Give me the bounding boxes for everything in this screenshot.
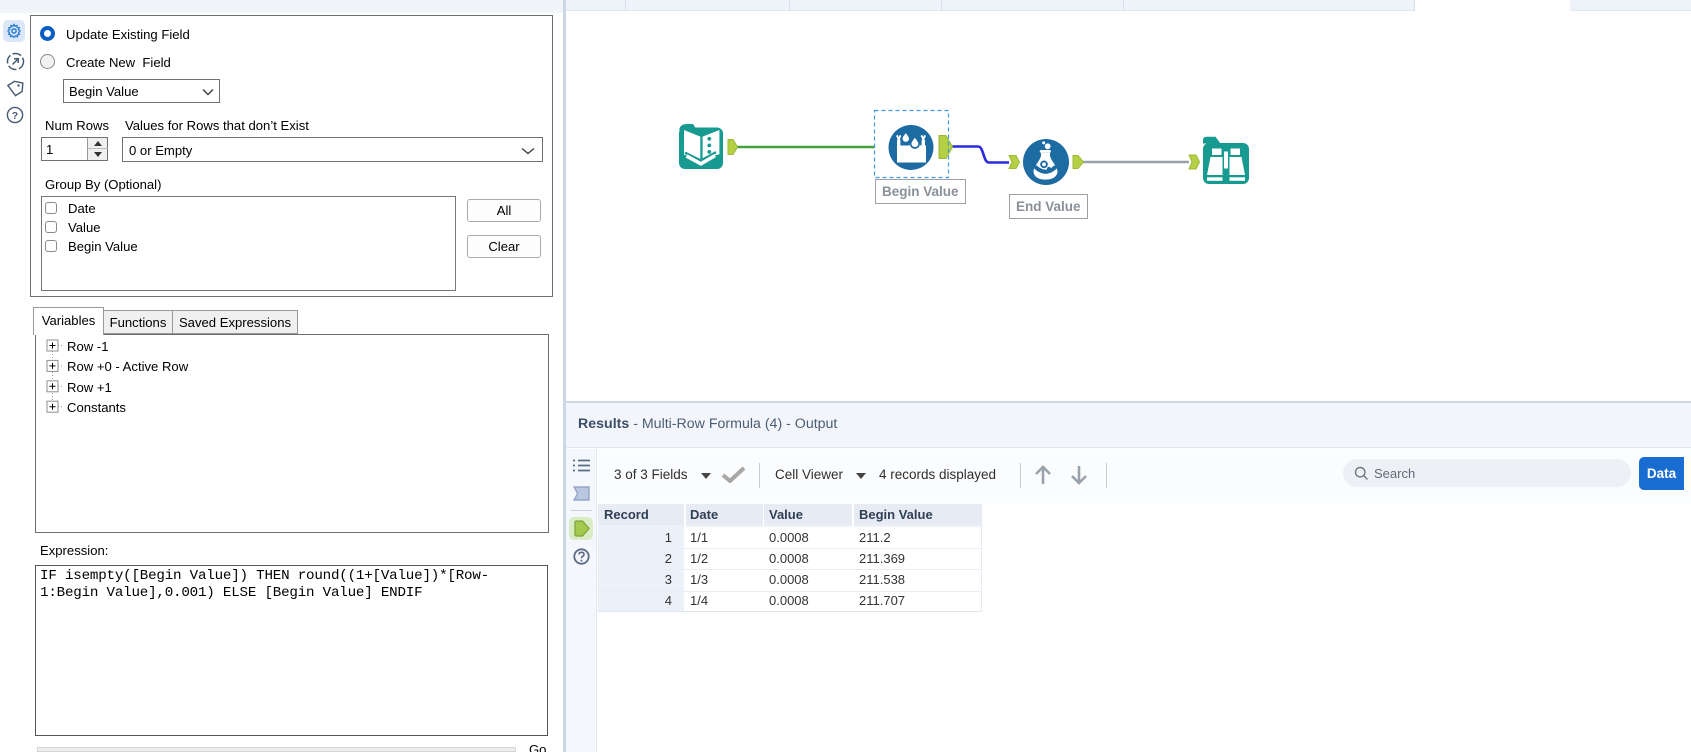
svg-text:?: ?: [12, 110, 18, 122]
